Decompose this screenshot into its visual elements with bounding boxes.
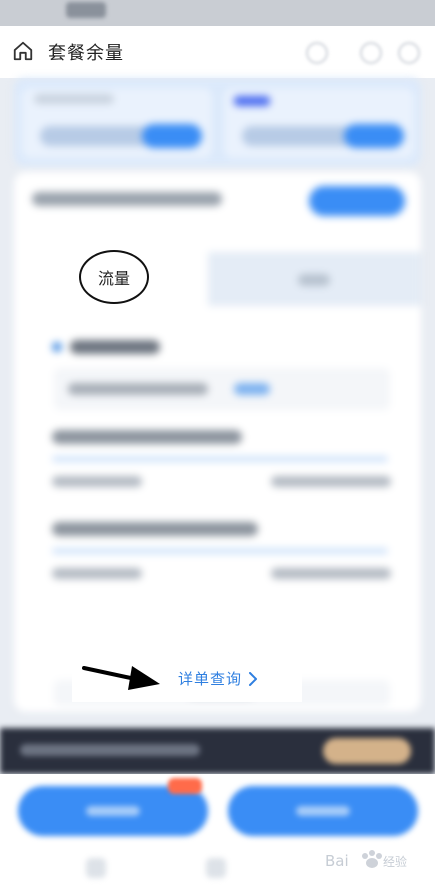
arrow-annotation-icon [82, 666, 160, 690]
tab-flow-label: 流量 [97, 269, 130, 288]
page-title: 套餐余量 [48, 43, 124, 64]
package-card-button[interactable] [344, 124, 404, 148]
bottom-bar [0, 774, 435, 896]
status-bar [0, 0, 435, 26]
message-icon[interactable] [360, 42, 382, 64]
notice-text [32, 192, 222, 206]
tab-flow[interactable]: 流量 [79, 250, 149, 304]
usage-remaining [271, 476, 391, 487]
package-summary [14, 78, 421, 166]
notice-button[interactable] [309, 186, 405, 216]
usage-card [14, 172, 421, 712]
usage-progress [52, 456, 388, 462]
detail-query-label: 详单查询 [178, 670, 243, 688]
svg-text:Bai: Bai [325, 852, 349, 870]
nav-home-icon[interactable] [206, 858, 226, 878]
promo-banner[interactable] [0, 728, 435, 774]
bottom-action-button-right[interactable] [228, 786, 418, 836]
summary-row [54, 368, 390, 410]
section-dot [52, 342, 62, 352]
app-header: 套餐余量 [0, 26, 435, 78]
section-title [70, 340, 160, 354]
usage-used [52, 476, 142, 487]
usage-progress [52, 548, 388, 554]
more-icon[interactable] [398, 42, 420, 64]
content-area [0, 78, 435, 738]
tab-other[interactable] [208, 252, 421, 306]
chevron-right-icon [249, 671, 258, 686]
usage-item-title [52, 522, 258, 536]
promo-button[interactable] [323, 738, 411, 764]
service-icon[interactable] [306, 42, 328, 64]
status-pill [66, 2, 106, 18]
usage-item-title [52, 430, 242, 444]
detail-query-link[interactable]: 详单查询 [178, 668, 258, 689]
promo-badge [168, 778, 202, 794]
svg-text:经验: 经验 [383, 854, 407, 869]
package-card[interactable] [22, 88, 212, 158]
package-card-button[interactable] [142, 124, 202, 148]
package-card[interactable] [224, 88, 414, 158]
usage-used [52, 568, 142, 579]
usage-remaining [271, 568, 391, 579]
baidu-watermark-logo: Bai 经验 [325, 850, 407, 870]
home-icon[interactable] [12, 40, 34, 62]
nav-back-icon[interactable] [86, 858, 106, 878]
